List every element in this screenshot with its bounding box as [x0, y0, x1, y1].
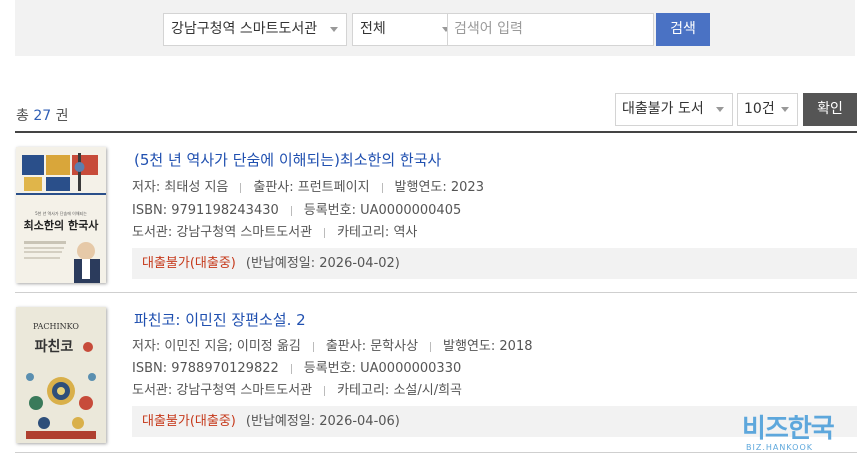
book-cover[interactable]: PACHINKO 파친코 [16, 307, 106, 443]
book-year: 발행연도: 2018 [443, 339, 533, 354]
book-library: 도서관: 강남구청역 스마트도서관 [132, 383, 313, 398]
row-divider [15, 452, 857, 453]
loan-status: 대출불가(대출중) [142, 414, 236, 429]
library-select[interactable]: 강남구청역 스마트도서관 [163, 13, 347, 46]
list-item: PACHINKO 파친코 파친코: 이민진 장편소설. 2 저자: 이민진 지음… [15, 293, 857, 453]
confirm-button[interactable]: 확인 [803, 93, 857, 126]
meta-separator [290, 205, 292, 216]
list-item: 5천 년 역사가 단숨에 이해되는 최소한의 한국사 (5천 년 역사가 단숨에… [15, 133, 857, 293]
cover-title: 최소한의 한국사 [24, 218, 100, 232]
meta-separator [324, 227, 326, 238]
book-cover[interactable]: 5천 년 역사가 단숨에 이해되는 최소한의 한국사 [16, 147, 106, 283]
book-title-link[interactable]: 파친코: 이민진 장편소설. 2 [134, 309, 306, 330]
book-reg-no: 등록번호: UA0000000330 [303, 361, 462, 376]
search-bar: 강남구청역 스마트도서관 전체 [15, 0, 855, 56]
status-filter-value: 대출불가 도서 [622, 101, 704, 117]
total-prefix: 총 [16, 108, 29, 124]
book-publisher: 출판사: 문학사상 [325, 339, 419, 354]
meta-separator [312, 341, 314, 352]
due-date: (반납예정일: 2026-04-06) [245, 414, 400, 429]
total-suffix: 권 [55, 108, 69, 124]
book-year: 발행연도: 2023 [394, 180, 484, 195]
cover-subtitle: 5천 년 역사가 단숨에 이해되는 [35, 210, 87, 216]
library-select-value: 강남구청역 스마트도서관 [171, 21, 318, 37]
chevron-down-icon [330, 27, 338, 32]
book-meta-row-1: 저자: 이민진 지음; 이미정 옮김 출판사: 문학사상 발행연도: 2018 [132, 335, 532, 354]
cover-title-en: PACHINKO [33, 322, 79, 331]
book-meta-row-3: 도서관: 강남구청역 스마트도서관 카테고리: 역사 [132, 221, 417, 240]
search-button[interactable]: 검색 [656, 13, 710, 46]
total-count: 27 [33, 108, 52, 124]
book-title-link[interactable]: (5천 년 역사가 단숨에 이해되는)최소한의 한국사 [134, 149, 441, 170]
book-author: 저자: 이민진 지음; 이미정 옮김 [132, 339, 301, 354]
book-cover-art: PACHINKO 파친코 [16, 307, 106, 443]
book-category: 카테고리: 소설/시/희곡 [337, 383, 463, 398]
logo-text: 비즈한국 [742, 414, 835, 444]
chevron-down-icon [716, 107, 724, 112]
loan-status: 대출불가(대출중) [142, 256, 236, 271]
book-publisher: 출판사: 프런트페이지 [253, 180, 370, 195]
book-meta-row-1: 저자: 최태성 지음 출판사: 프런트페이지 발행연도: 2023 [132, 176, 484, 195]
book-library: 도서관: 강남구청역 스마트도서관 [132, 225, 313, 240]
meta-separator [324, 385, 326, 396]
page-size-value: 10건 [744, 101, 775, 117]
search-input[interactable]: 검색어 입력 [447, 13, 654, 46]
chevron-down-icon [781, 107, 789, 112]
book-author: 저자: 최태성 지음 [132, 180, 229, 195]
bizhankook-logo: 비즈한국 BIZ.HANKOOK [742, 415, 858, 458]
logo-subtext: BIZ.HANKOOK [746, 443, 813, 452]
meta-separator [290, 363, 292, 374]
scope-select-value: 전체 [360, 21, 386, 37]
status-filter-select[interactable]: 대출불가 도서 [615, 93, 733, 126]
book-meta-row-2: ISBN: 9791198243430 등록번호: UA0000000405 [132, 199, 461, 218]
book-isbn: ISBN: 9788970129822 [132, 361, 279, 376]
book-isbn: ISBN: 9791198243430 [132, 203, 279, 218]
due-date: (반납예정일: 2026-04-02) [245, 256, 400, 271]
meta-separator [240, 182, 242, 193]
meta-separator [430, 341, 432, 352]
meta-separator [381, 182, 383, 193]
book-category: 카테고리: 역사 [337, 225, 418, 240]
book-meta-row-2: ISBN: 9788970129822 등록번호: UA0000000330 [132, 357, 461, 376]
result-total: 총 27 권 [16, 105, 69, 125]
book-reg-no: 등록번호: UA0000000405 [303, 203, 462, 218]
scope-select[interactable]: 전체 [352, 13, 459, 46]
cover-title: 파친코 [35, 339, 74, 355]
book-cover-art: 5천 년 역사가 단숨에 이해되는 최소한의 한국사 [16, 147, 106, 283]
loan-status-box: 대출불가(대출중) (반납예정일: 2026-04-02) [132, 248, 857, 279]
book-meta-row-3: 도서관: 강남구청역 스마트도서관 카테고리: 소설/시/희곡 [132, 379, 462, 398]
page-size-select[interactable]: 10건 [737, 93, 798, 126]
